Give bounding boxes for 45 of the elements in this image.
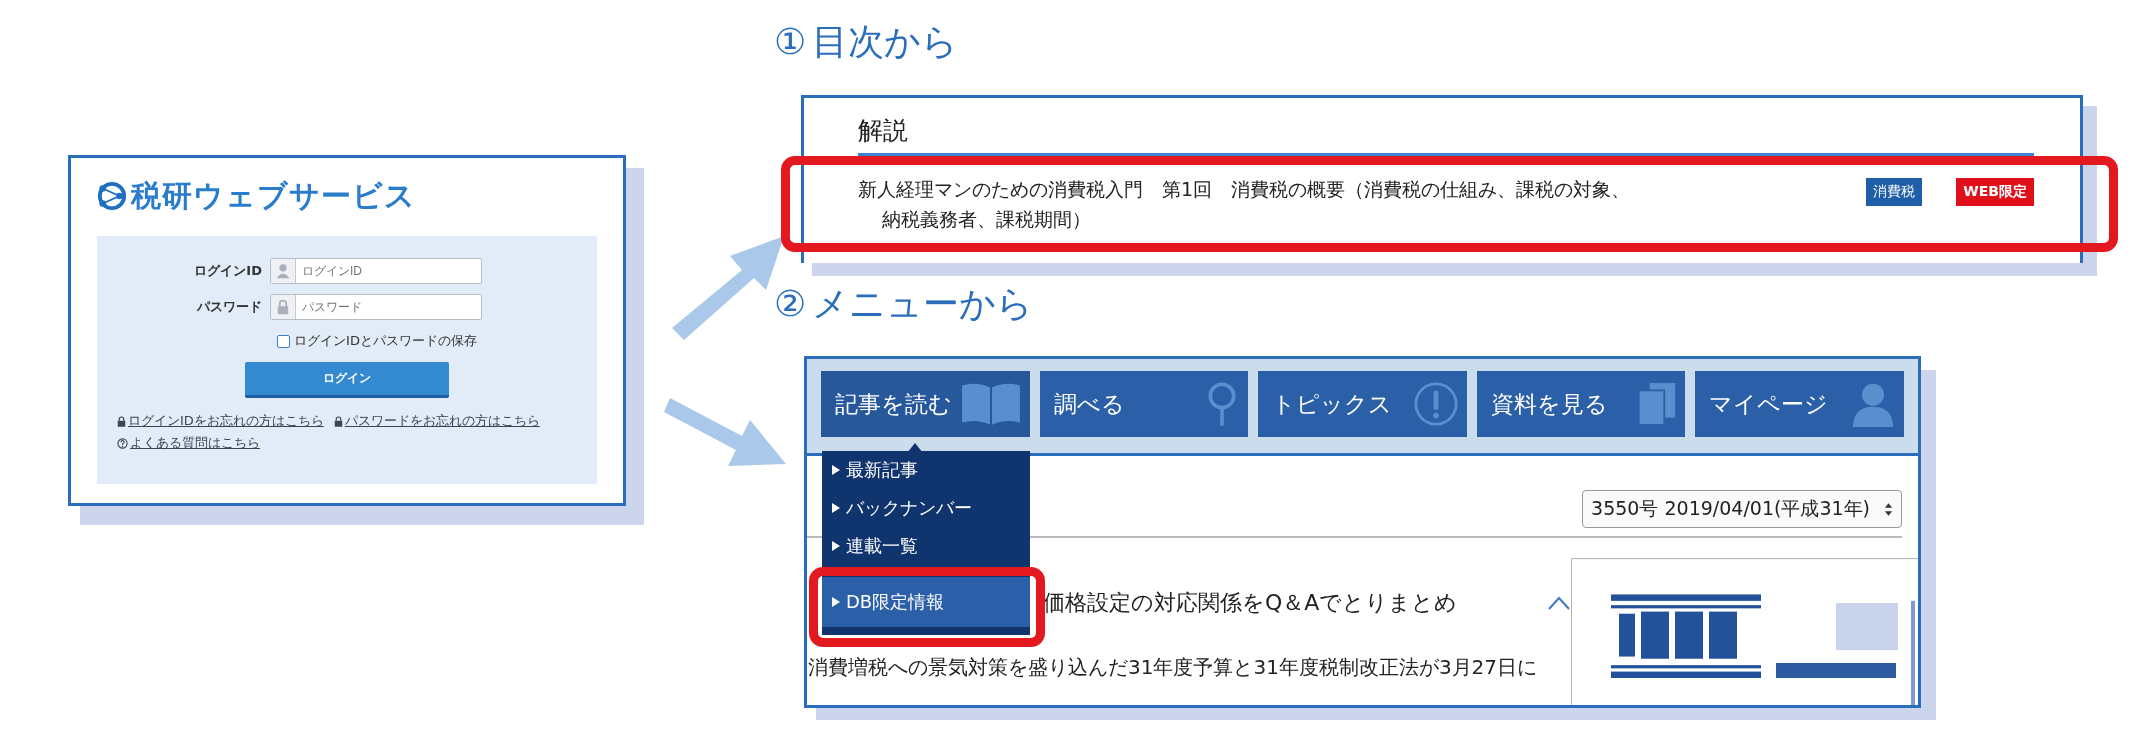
checkbox-label: ログインIDとパスワードの保存 xyxy=(294,332,477,350)
documents-icon xyxy=(1637,381,1678,427)
section-heading: 解説 xyxy=(858,114,2034,156)
field-label: ログインID xyxy=(193,262,262,280)
nav-tab[interactable]: 調べる xyxy=(1039,371,1249,437)
logo-icon xyxy=(97,181,127,211)
input-field[interactable]: ログインID xyxy=(270,258,482,284)
nav-tab[interactable]: マイページ xyxy=(1695,371,1904,437)
tag: 消費税 xyxy=(1866,178,1923,206)
field-label: パスワード xyxy=(195,298,262,316)
checkbox[interactable] xyxy=(277,334,291,348)
menu-item[interactable]: 最新記事 xyxy=(822,451,1030,489)
menu-item[interactable]: バックナンバー xyxy=(822,489,1030,527)
nav-tab[interactable]: 記事を読む xyxy=(821,371,1030,437)
article-link[interactable]: 新人経理マンのための消費税入門 第1回 消費税の概要（消費税の仕組み、課税の対象、 xyxy=(858,174,1631,204)
step-number: ② xyxy=(774,285,807,322)
article-summary: 消費増税への景気対策を盛り込んだ31年度予算と31年度税制改正法が3月27日に xyxy=(808,654,1539,681)
article-link[interactable]: 納税義務者、課税期間） xyxy=(858,204,1091,234)
logo-text: 税研ウェブサービス xyxy=(131,176,416,215)
triangle-icon xyxy=(832,597,840,607)
nav-tab[interactable]: 資料を見る xyxy=(1476,371,1686,437)
link[interactable]: ログインIDをお忘れの方はこちら xyxy=(128,412,324,430)
help-icon xyxy=(117,437,128,449)
login-button[interactable]: ログイン xyxy=(245,362,449,398)
menu-item[interactable]: 連載一覧 xyxy=(822,527,1030,565)
chevron-up-icon[interactable] xyxy=(1547,595,1572,611)
article-headline: 価格設定の対応関係をQ＆Aでとりまとめ xyxy=(1043,589,1458,617)
menu-item[interactable]: DB限定情報 xyxy=(822,577,1030,627)
step-number: ① xyxy=(774,23,807,60)
triangle-icon xyxy=(832,465,840,475)
input-field[interactable]: パスワード xyxy=(270,294,482,320)
lock-icon xyxy=(333,415,343,427)
tag: WEB限定 xyxy=(1956,178,2034,206)
triangle-icon xyxy=(832,541,840,551)
link[interactable]: よくある質問はこちら xyxy=(130,434,260,452)
issue-dropdown[interactable]: 3550号 2019/04/01(平成31年) xyxy=(1582,490,1902,528)
nav-tab[interactable]: トピックス xyxy=(1258,371,1467,437)
lock-icon xyxy=(117,415,126,427)
step-title: メニューから xyxy=(812,282,1034,326)
step-title: 目次から xyxy=(812,20,959,64)
alert-icon xyxy=(1412,381,1459,427)
link[interactable]: パスワードをお忘れの方はこちら xyxy=(344,412,540,430)
book-icon xyxy=(959,381,1022,427)
triangle-icon xyxy=(832,503,840,513)
updown-icon xyxy=(1884,501,1893,517)
